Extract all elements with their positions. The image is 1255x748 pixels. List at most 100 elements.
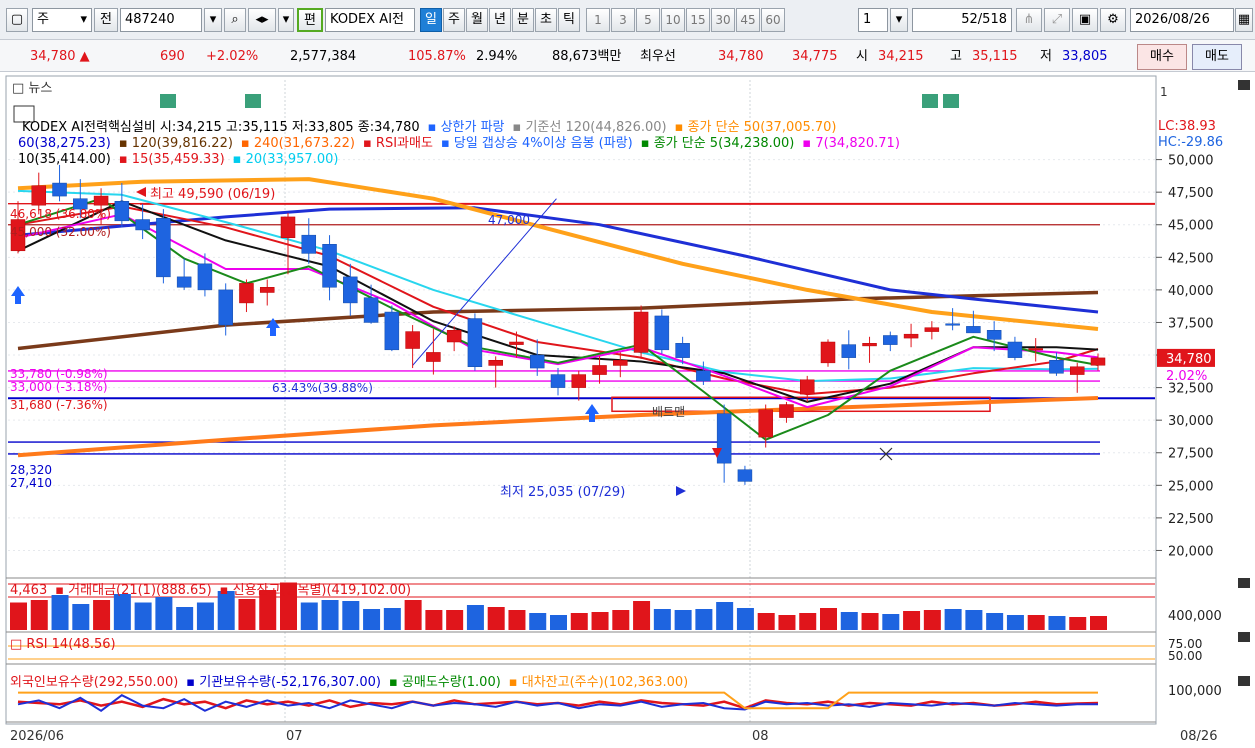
volume-bar-41 xyxy=(861,613,879,630)
up-arrow-icon: ▲ xyxy=(79,49,90,64)
volume-bar-28 xyxy=(591,612,609,630)
x-label-1: 07 xyxy=(286,729,303,744)
ytick-label-22500: 22,500 xyxy=(1168,512,1214,527)
quote-amount: 88,673백만 xyxy=(552,49,622,64)
x-label-0: 2026/06 xyxy=(10,729,64,744)
interval-button-5[interactable]: 5 xyxy=(636,8,660,32)
legend-l3-2: ▪ 20(33,957.00) xyxy=(233,152,339,167)
interval-button-60[interactable]: 60 xyxy=(761,8,785,32)
volume-bar-0 xyxy=(10,602,27,630)
period-button-0[interactable]: 일 xyxy=(420,8,442,32)
period-button-4[interactable]: 분 xyxy=(512,8,534,32)
interval-button-10[interactable]: 10 xyxy=(661,8,685,32)
candle-body-49 xyxy=(1028,348,1043,351)
chevron-down-icon: ▾ xyxy=(80,12,87,27)
vol-axis-label: 400,000 xyxy=(1168,609,1222,624)
volume-bar-3 xyxy=(72,604,90,630)
candle-body-47 xyxy=(986,330,1002,340)
volume-bar-33 xyxy=(695,609,713,630)
news-marker-0 xyxy=(160,94,176,108)
draw-icon[interactable]: ⤢ xyxy=(1044,8,1070,32)
gear-icon[interactable]: ⚙ xyxy=(1100,8,1126,32)
legend-l3-0: 10(35,414.00) xyxy=(18,152,111,167)
volume-bar-47 xyxy=(986,613,1004,630)
period-button-3[interactable]: 년 xyxy=(489,8,511,32)
interval-button-45[interactable]: 45 xyxy=(736,8,760,32)
speaker-icon[interactable]: ◂▸ xyxy=(248,8,276,32)
high-label: 최고 49,590 (06/19) xyxy=(150,187,275,202)
candle-body-12 xyxy=(259,287,275,293)
chart-area[interactable]: 최고 49,590 (06/19) 최저 25,035 (07/29) 47,000… xyxy=(0,72,1255,748)
flow-legend-3: ▪ 대차잔고(주수)(102,363.00) xyxy=(509,675,688,690)
search-icon[interactable]: ⌕ xyxy=(224,8,246,32)
code-input[interactable]: 487240 xyxy=(120,8,202,32)
quote-change: 690 xyxy=(160,49,185,64)
candle-body-37 xyxy=(779,404,794,418)
period-button-6[interactable]: 틱 xyxy=(558,8,580,32)
candle-body-6 xyxy=(135,219,150,231)
high-label: 고 xyxy=(950,49,962,64)
speaker-dropdown-icon[interactable]: ▾ xyxy=(278,8,294,32)
sell-button[interactable]: 매도 xyxy=(1192,44,1242,70)
toolbar-row-1: ▢ 주 ▾ 전 487240 ▾ ⌕ ◂▸ ▾ 편 KODEX AI전 일주월년… xyxy=(0,0,1255,40)
volume-bar-21 xyxy=(446,610,464,630)
candle-body-41 xyxy=(862,343,877,347)
edit-button[interactable]: 편 xyxy=(297,8,323,32)
interval-button-15[interactable]: 15 xyxy=(686,8,710,32)
candle-body-8 xyxy=(176,276,192,288)
buy-button[interactable]: 매수 xyxy=(1137,44,1187,70)
volume-bar-18 xyxy=(383,608,401,630)
period-button-5[interactable]: 초 xyxy=(535,8,557,32)
save-icon[interactable]: ▣ xyxy=(1072,8,1098,32)
candle-body-5 xyxy=(114,201,130,222)
candle-body-33 xyxy=(696,370,711,382)
x-label-2: 08 xyxy=(752,729,769,744)
candle-body-43 xyxy=(903,333,919,339)
lc-label: LC:38.93 xyxy=(1158,119,1216,134)
interval-button-30[interactable]: 30 xyxy=(711,8,735,32)
legend-l1-3: ▪ 종가 단순 50(37,005.70) xyxy=(675,120,837,135)
volume-bar-7 xyxy=(155,597,173,630)
interval-select[interactable]: 1 xyxy=(858,8,888,32)
candle-body-13 xyxy=(280,216,296,239)
candle-body-29 xyxy=(613,359,628,366)
volume-bar-48 xyxy=(1006,615,1024,630)
volume-bar-8 xyxy=(176,607,194,630)
volume-bar-25 xyxy=(529,613,547,630)
volume-bar-42 xyxy=(882,614,900,630)
volume-bar-9 xyxy=(196,602,214,630)
interval-button-1[interactable]: 1 xyxy=(586,8,610,32)
quote-change-pct: +2.02% xyxy=(206,49,259,64)
quote-open: 34,215 xyxy=(878,49,924,64)
period-button-1[interactable]: 주 xyxy=(443,8,465,32)
interval-button-3[interactable]: 3 xyxy=(611,8,635,32)
volume-bar-34 xyxy=(716,602,734,630)
legend-l2-2: ▪ 240(31,673.22) xyxy=(241,136,355,151)
prev-button[interactable]: 전 xyxy=(94,8,118,32)
code-dropdown-icon[interactable]: ▾ xyxy=(204,8,222,32)
candle-body-25 xyxy=(529,354,545,369)
volume-bar-31 xyxy=(653,609,671,630)
volume-bar-14 xyxy=(300,602,318,630)
quote-low: 33,805 xyxy=(1062,49,1108,64)
stock-name-field[interactable]: KODEX AI전 xyxy=(325,8,415,32)
candle-body-45 xyxy=(945,323,960,326)
interval-dropdown-icon[interactable]: ▾ xyxy=(890,8,908,32)
candle-body-15 xyxy=(322,244,337,288)
lvl-top1-label: 46,618 (36.80%) xyxy=(10,207,111,221)
candle-body-19 xyxy=(405,331,420,349)
calendar-icon[interactable]: ▦ xyxy=(1235,8,1253,32)
page-total: /518 xyxy=(977,12,1007,27)
period-select[interactable]: 주 ▾ xyxy=(32,8,92,32)
price-badge: 34,780 xyxy=(1166,352,1212,367)
legend-l2-0: 60(38,275.23) xyxy=(18,136,111,151)
compare-icon[interactable]: ⋔ xyxy=(1016,8,1042,32)
window-icon[interactable]: ▢ xyxy=(6,8,28,32)
volume-bar-1 xyxy=(30,600,48,630)
band-label: 배트맨 xyxy=(652,405,685,419)
volume-bar-51 xyxy=(1069,617,1087,630)
period-button-2[interactable]: 월 xyxy=(466,8,488,32)
candle-body-46 xyxy=(966,326,981,334)
date-input[interactable]: 2026/08/26 xyxy=(1130,8,1234,32)
page-counter[interactable]: 52/518 xyxy=(912,8,1012,32)
